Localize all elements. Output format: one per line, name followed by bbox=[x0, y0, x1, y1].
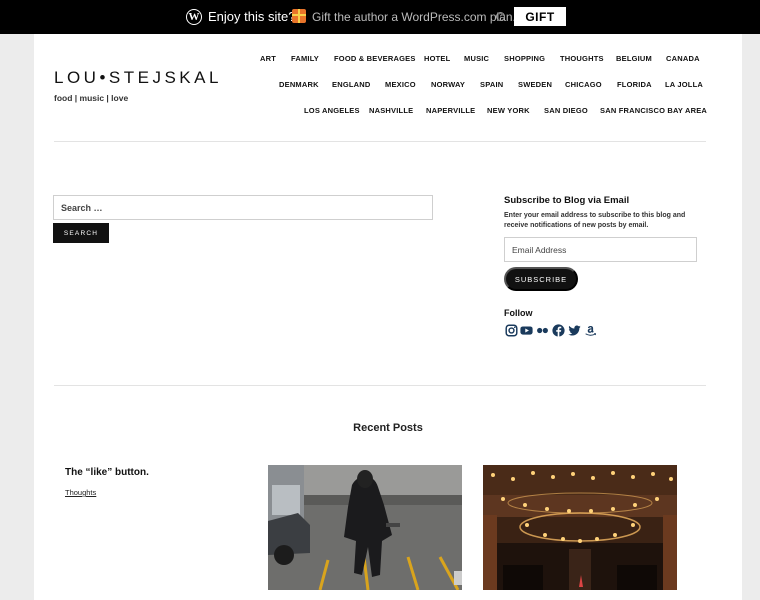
gift-icon bbox=[292, 9, 306, 23]
nav-item-chicago[interactable]: CHICAGO bbox=[565, 80, 602, 89]
gift-button[interactable]: GIFT bbox=[514, 7, 566, 26]
gift-author-text[interactable]: Gift the author a WordPress.com plan. bbox=[312, 10, 516, 24]
youtube-icon[interactable] bbox=[520, 324, 533, 337]
nav-item-spain[interactable]: SPAIN bbox=[480, 80, 503, 89]
recent-posts-heading: Recent Posts bbox=[353, 422, 423, 434]
email-field[interactable]: Email Address bbox=[504, 237, 697, 262]
nav-item-belgium[interactable]: BELGIUM bbox=[616, 54, 652, 63]
nav-item-canada[interactable]: CANADA bbox=[666, 54, 700, 63]
search-input[interactable]: Search … bbox=[53, 195, 433, 220]
nav-item-thoughts[interactable]: THOUGHTS bbox=[560, 54, 604, 63]
nav-item-san-francisco-bay-area[interactable]: SAN FRANCISCO BAY AREA bbox=[600, 106, 707, 115]
nav-item-florida[interactable]: FLORIDA bbox=[617, 80, 652, 89]
nav-item-food-beverages[interactable]: FOOD & BEVERAGES bbox=[334, 54, 416, 63]
facebook-icon[interactable] bbox=[552, 324, 565, 337]
nav-item-la-jolla[interactable]: LA JOLLA bbox=[665, 80, 703, 89]
nav-item-family[interactable]: FAMILY bbox=[291, 54, 319, 63]
nav-item-shopping[interactable]: SHOPPING bbox=[504, 54, 545, 63]
amazon-icon[interactable] bbox=[584, 324, 597, 337]
nav-item-sweden[interactable]: SWEDEN bbox=[518, 80, 552, 89]
page-container: LOU•STEJSKAL food | music | love ART FAM… bbox=[34, 34, 742, 600]
nav-item-norway[interactable]: NORWAY bbox=[431, 80, 465, 89]
instagram-icon[interactable] bbox=[505, 324, 518, 337]
help-icon[interactable]: ? bbox=[496, 12, 505, 21]
wordpress-logo-icon[interactable]: W bbox=[186, 9, 202, 25]
nav-item-new-york[interactable]: NEW YORK bbox=[487, 106, 530, 115]
post-category-link[interactable]: Thoughts bbox=[65, 488, 96, 497]
post-title[interactable]: The “like” button. bbox=[65, 467, 149, 478]
nav-item-naperville[interactable]: NAPERVILLE bbox=[426, 106, 475, 115]
subscribe-button[interactable]: SUBSCRIBE bbox=[504, 267, 578, 291]
nav-item-music[interactable]: MUSIC bbox=[464, 54, 489, 63]
subscribe-description: Enter your email address to subscribe to… bbox=[504, 212, 686, 229]
search-button[interactable]: SEARCH bbox=[53, 223, 109, 243]
nav-item-denmark[interactable]: DENMARK bbox=[279, 80, 319, 89]
post-thumbnail-hotel-lobby[interactable] bbox=[483, 465, 677, 590]
follow-widget-title: Follow bbox=[504, 308, 533, 318]
nav-item-los-angeles[interactable]: LOS ANGELES bbox=[304, 106, 360, 115]
content-divider bbox=[54, 385, 706, 386]
flickr-icon[interactable] bbox=[536, 324, 549, 337]
twitter-icon[interactable] bbox=[568, 324, 581, 337]
nav-item-art[interactable]: ART bbox=[260, 54, 276, 63]
primary-navigation: ART FAMILY FOOD & BEVERAGES HOTEL MUSIC … bbox=[34, 34, 742, 134]
nav-item-hotel[interactable]: HOTEL bbox=[424, 54, 450, 63]
enjoy-text: Enjoy this site? bbox=[208, 9, 296, 24]
wpcom-promo-bar: W Enjoy this site? Gift the author a Wor… bbox=[0, 0, 760, 34]
subscribe-widget-title: Subscribe to Blog via Email bbox=[504, 195, 630, 206]
nav-item-san-diego[interactable]: SAN DIEGO bbox=[544, 106, 588, 115]
nav-item-mexico[interactable]: MEXICO bbox=[385, 80, 416, 89]
header-divider bbox=[54, 141, 706, 142]
post-thumbnail-parking-lot[interactable] bbox=[268, 465, 462, 590]
nav-item-nashville[interactable]: NASHVILLE bbox=[369, 106, 413, 115]
nav-item-england[interactable]: ENGLAND bbox=[332, 80, 370, 89]
